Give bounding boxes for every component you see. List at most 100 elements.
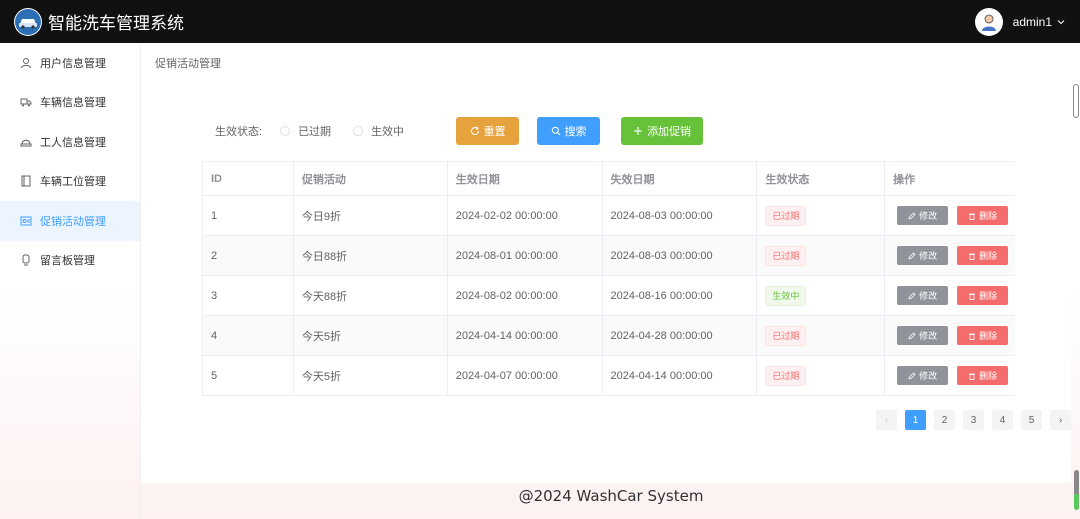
column-header-start: 生效日期 [448,162,603,196]
cell-name: 今天5折 [294,316,448,355]
edit-button[interactable]: 修改 [897,286,949,305]
table-row: 4 今天5折 2024-04-14 00:00:00 2024-04-28 00:00… [203,316,1015,356]
trash-icon [969,293,976,300]
trash-icon [969,373,976,380]
status-filter-label: 生效状态: [215,126,263,138]
next-page-button[interactable]: › [1050,410,1071,430]
edit-button[interactable]: 修改 [897,326,949,345]
table-row: 2 今日88折 2024-08-01 00:00:00 2024-08-03 00:0… [203,236,1015,276]
radio-active[interactable]: 生效中 [353,123,404,139]
prev-page-button[interactable]: ‹ [876,410,897,430]
edit-button[interactable]: 修改 [897,206,949,225]
app-header: 智能洗车管理系统 admin1 [0,0,1080,43]
sidebar-item-messages[interactable]: 留言板管理 [0,241,140,281]
cell-actions: 修改 删除 [885,196,1015,235]
search-button[interactable]: 搜索 [537,117,601,145]
edit-button[interactable]: 修改 [897,366,949,385]
cell-id: 2 [203,236,294,275]
cell-start-date: 2024-08-01 00:00:00 [448,236,603,275]
cell-actions: 修改 删除 [885,276,1015,315]
radio-circle[interactable] [353,126,364,136]
page-button[interactable]: 1 [905,410,926,430]
edit-label: 修改 [919,291,938,301]
sidebar-item-users[interactable]: 用户信息管理 [0,43,140,83]
scrollbar-bottom[interactable] [1074,470,1079,510]
cell-name: 今天5折 [294,356,448,395]
cell-name: 今日88折 [294,236,448,275]
cell-actions: 修改 删除 [885,356,1015,395]
radio-expired[interactable]: 已过期 [280,123,331,139]
delete-label: 删除 [979,291,998,301]
status-badge: 已过期 [765,365,807,386]
cell-start-date: 2024-08-02 00:00:00 [448,276,603,315]
username[interactable]: admin1 [1013,15,1066,29]
page-button[interactable]: 4 [992,410,1013,430]
app-title: 智能洗车管理系统 [48,14,184,34]
delete-button[interactable]: 删除 [957,326,1009,345]
edit-icon [908,371,916,380]
reset-label: 重置 [483,126,506,138]
sidebar-item-label: 留言板管理 [40,255,95,268]
page-button[interactable]: 3 [963,410,984,430]
search-icon [551,126,560,136]
trash-icon [969,253,976,260]
delete-button[interactable]: 删除 [957,246,1009,265]
cell-status: 已过期 [757,356,886,395]
trash-icon [969,213,976,220]
radio-circle[interactable] [280,126,291,136]
worker-icon [20,139,32,147]
station-icon [21,175,31,187]
cell-status: 已过期 [757,316,886,355]
sidebar-item-label: 工人信息管理 [40,136,106,149]
sidebar-item-stations[interactable]: 车辆工位管理 [0,162,140,202]
cell-start-date: 2024-02-02 00:00:00 [448,196,603,235]
car-logo-icon [14,7,42,36]
edit-label: 修改 [919,331,938,341]
cell-end-date: 2024-04-28 00:00:00 [603,316,758,355]
cell-id: 5 [203,356,294,395]
page-button[interactable]: 5 [1021,410,1042,430]
search-label: 搜索 [564,126,587,138]
cell-status: 已过期 [757,196,886,235]
cell-end-date: 2024-08-03 00:00:00 [603,236,758,275]
promotion-table: ID 促销活动 生效日期 失效日期 生效状态 操作 1 今日9折 2024-02-0… [202,161,1015,396]
delete-label: 删除 [979,251,998,261]
column-header-name: 促销活动 [294,162,448,196]
delete-button[interactable]: 删除 [957,366,1009,385]
sidebar: 用户信息管理 车辆信息管理 工人信息管理 车辆工位管理 促销活动管理 留言板管理 [0,43,141,519]
cell-name: 今日9折 [294,196,448,235]
edit-label: 修改 [919,211,938,221]
cell-start-date: 2024-04-07 00:00:00 [448,356,603,395]
status-badge: 生效中 [765,285,807,306]
sidebar-item-promotions[interactable]: 促销活动管理 [0,201,140,241]
sidebar-item-vehicles[interactable]: 车辆信息管理 [0,83,140,123]
column-header-id: ID [203,162,294,196]
cell-actions: 修改 删除 [885,316,1015,355]
cell-id: 1 [203,196,294,235]
delete-button[interactable]: 删除 [957,286,1009,305]
edit-icon [908,251,916,260]
refresh-icon [470,126,479,136]
edit-label: 修改 [919,371,938,381]
edit-button[interactable]: 修改 [897,246,949,265]
cell-end-date: 2024-08-16 00:00:00 [603,276,758,315]
table-header-row: ID 促销活动 生效日期 失效日期 生效状态 操作 [203,162,1015,196]
cell-status: 已过期 [757,236,886,275]
delete-label: 删除 [979,331,998,341]
add-label: 添加促销 [647,126,692,138]
sidebar-item-workers[interactable]: 工人信息管理 [0,122,140,162]
radio-label: 已过期 [298,126,332,138]
column-header-end: 失效日期 [603,162,758,196]
delete-button[interactable]: 删除 [957,206,1009,225]
page-button[interactable]: 2 [934,410,955,430]
radio-label: 生效中 [371,126,405,138]
table-body: 1 今日9折 2024-02-02 00:00:00 2024-08-03 00:00… [203,196,1015,396]
user-menu[interactable]: admin1 [974,7,1066,36]
add-promotion-button[interactable]: 添加促销 [621,117,704,145]
cell-actions: 修改 删除 [885,236,1015,275]
reset-button[interactable]: 重置 [456,117,520,145]
scrollbar-thumb[interactable] [1073,84,1079,118]
cell-name: 今天88折 [294,276,448,315]
avatar[interactable] [974,7,1003,36]
cell-end-date: 2024-04-14 00:00:00 [603,356,758,395]
